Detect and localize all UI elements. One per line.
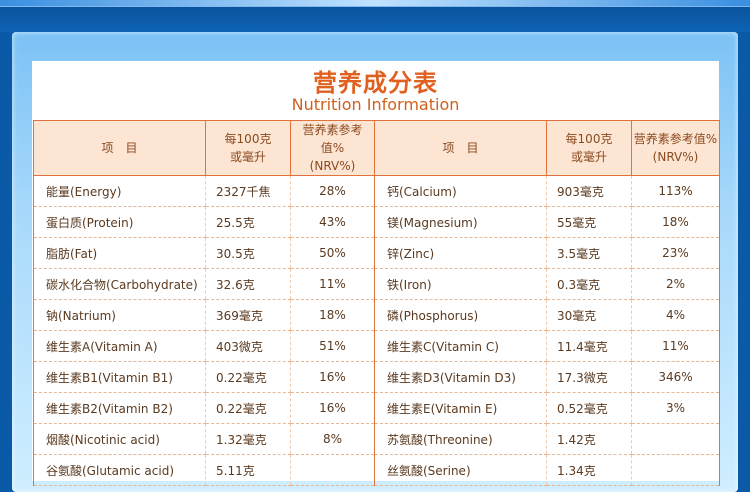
nutrient-name: 磷(Phosphorus) (374, 299, 547, 331)
header-item-left: 项 目 (33, 120, 206, 176)
nutrient-nrv: 2% (631, 268, 720, 300)
nutrient-nrv: 16% (290, 361, 375, 393)
nutrient-nrv: 3% (631, 392, 720, 424)
nutrient-nrv: 18% (290, 299, 375, 331)
title-chinese: 营养成分表 (313, 69, 438, 97)
nutrient-name: 烟酸(Nicotinic acid) (33, 423, 206, 455)
nutrient-name: 碳水化合物(Carbohydrate) (33, 268, 206, 300)
nutrient-name: 铁(Iron) (374, 268, 547, 300)
nutrient-name: 维生素B1(Vitamin B1) (33, 361, 206, 393)
nutrient-nrv: 113% (631, 175, 720, 207)
header-per100-line2: 或毫升 (570, 150, 607, 164)
nutrient-amount: 25.5克 (205, 206, 291, 238)
nutrient-amount: 903毫克 (546, 175, 632, 207)
nutrient-amount: 0.22毫克 (205, 392, 291, 424)
nutrient-name: 谷氨酸(Glutamic acid) (33, 454, 206, 486)
nutrient-nrv (290, 454, 375, 486)
table-row: 钠(Natrium) 369毫克 18% 磷(Phosphorus) 30毫克 … (33, 299, 720, 331)
nutrient-amount: 369毫克 (205, 299, 291, 331)
nutrient-nrv: 28% (290, 175, 375, 207)
table-row: 蛋白质(Protein) 25.5克 43% 镁(Magnesium) 55毫克… (33, 206, 720, 238)
nutrient-name: 维生素D3(Vitamin D3) (374, 361, 547, 393)
nutrient-nrv (631, 454, 720, 486)
nutrient-amount: 17.3微克 (546, 361, 632, 393)
table-row: 能量(Energy) 2327千焦 28% 钙(Calcium) 903毫克 1… (33, 175, 720, 207)
header-nrv-right: 营养素参考值% (NRV%) (631, 120, 720, 176)
nutrient-amount: 3.5毫克 (546, 237, 632, 269)
nutrient-amount: 1.34克 (546, 454, 632, 486)
nutrient-name: 蛋白质(Protein) (33, 206, 206, 238)
title-english: Nutrition Information (291, 95, 460, 114)
header-nrv-line2: (NRV%) (652, 150, 699, 164)
nutrient-name: 能量(Energy) (33, 175, 206, 207)
nutrient-name: 脂肪(Fat) (33, 237, 206, 269)
header-per100-line1: 每100克 (224, 132, 272, 146)
nutrient-name: 维生素E(Vitamin E) (374, 392, 547, 424)
nutrient-nrv: 50% (290, 237, 375, 269)
nutrient-name: 维生素C(Vitamin C) (374, 330, 547, 362)
nutrient-name: 锌(Zinc) (374, 237, 547, 269)
nutrient-nrv (631, 423, 720, 455)
top-highlight-bar (0, 0, 750, 7)
nutrient-amount: 1.32毫克 (205, 423, 291, 455)
nutrient-nrv: 23% (631, 237, 720, 269)
nutrient-amount: 55毫克 (546, 206, 632, 238)
nutrient-nrv: 43% (290, 206, 375, 238)
nutrient-nrv: 51% (290, 330, 375, 362)
nutrient-amount: 30.5克 (205, 237, 291, 269)
nutrient-name: 钠(Natrium) (33, 299, 206, 331)
nutrient-nrv: 11% (290, 268, 375, 300)
header-item-right: 项 目 (374, 120, 547, 176)
nutrient-nrv: 18% (631, 206, 720, 238)
nutrient-amount: 2327千焦 (205, 175, 291, 207)
nutrient-amount: 0.3毫克 (546, 268, 632, 300)
nutrient-amount: 0.52毫克 (546, 392, 632, 424)
table-row: 维生素B1(Vitamin B1) 0.22毫克 16% 维生素D3(Vitam… (33, 361, 720, 393)
nutrient-name: 维生素A(Vitamin A) (33, 330, 206, 362)
nutrition-table: 项 目 每100克 或毫升 营养素参考值% (NRV%) 项 目 每100克 或毫升 … (33, 120, 720, 486)
table-row: 维生素A(Vitamin A) 403微克 51% 维生素C(Vitamin C… (33, 330, 720, 362)
table-row: 谷氨酸(Glutamic acid) 5.11克 丝氨酸(Serine) 1.3… (33, 454, 720, 486)
nutrient-name: 维生素B2(Vitamin B2) (33, 392, 206, 424)
nutrient-amount: 11.4毫克 (546, 330, 632, 362)
table-row: 维生素B2(Vitamin B2) 0.22毫克 16% 维生素E(Vitami… (33, 392, 720, 424)
nutrient-name: 钙(Calcium) (374, 175, 547, 207)
nutrient-amount: 403微克 (205, 330, 291, 362)
header-nrv-left: 营养素参考值% (NRV%) (290, 120, 375, 176)
table-row: 脂肪(Fat) 30.5克 50% 锌(Zinc) 3.5毫克 23% (33, 237, 720, 269)
nutrient-nrv: 346% (631, 361, 720, 393)
nutrient-amount: 5.11克 (205, 454, 291, 486)
table-row: 烟酸(Nicotinic acid) 1.32毫克 8% 苏氨酸(Threoni… (33, 423, 720, 455)
header-per100-line1: 每100克 (565, 132, 613, 146)
header-per100-left: 每100克或毫升 (205, 120, 291, 176)
nutrient-nrv: 16% (290, 392, 375, 424)
nutrient-amount: 32.6克 (205, 268, 291, 300)
header-per100-line2: 或毫升 (229, 150, 266, 164)
nutrient-nrv: 11% (631, 330, 720, 362)
nutrient-nrv: 8% (290, 423, 375, 455)
table-row: 碳水化合物(Carbohydrate) 32.6克 11% 铁(Iron) 0.… (33, 268, 720, 300)
nutrient-nrv: 4% (631, 299, 720, 331)
header-per100-right: 每100克或毫升 (546, 120, 632, 176)
nutrient-name: 丝氨酸(Serine) (374, 454, 547, 486)
nutrition-card: 营养成分表 Nutrition Information 项 目 每100克或毫升… (32, 61, 720, 486)
header-nrv-line1: 营养素参考值% (302, 123, 363, 155)
nutrient-amount: 30毫克 (546, 299, 632, 331)
nutrient-amount: 1.42克 (546, 423, 632, 455)
nutrient-amount: 0.22毫克 (205, 361, 291, 393)
nutrient-name: 苏氨酸(Threonine) (374, 423, 547, 455)
header-nrv-line1: 营养素参考值% (633, 132, 718, 146)
header-nrv-line2: (NRV%) (309, 159, 356, 173)
table-header-row: 项 目 每100克 或毫升 营养素参考值% (NRV%) 项 目 每100克 或毫升 … (33, 120, 720, 176)
nutrient-name: 镁(Magnesium) (374, 206, 547, 238)
